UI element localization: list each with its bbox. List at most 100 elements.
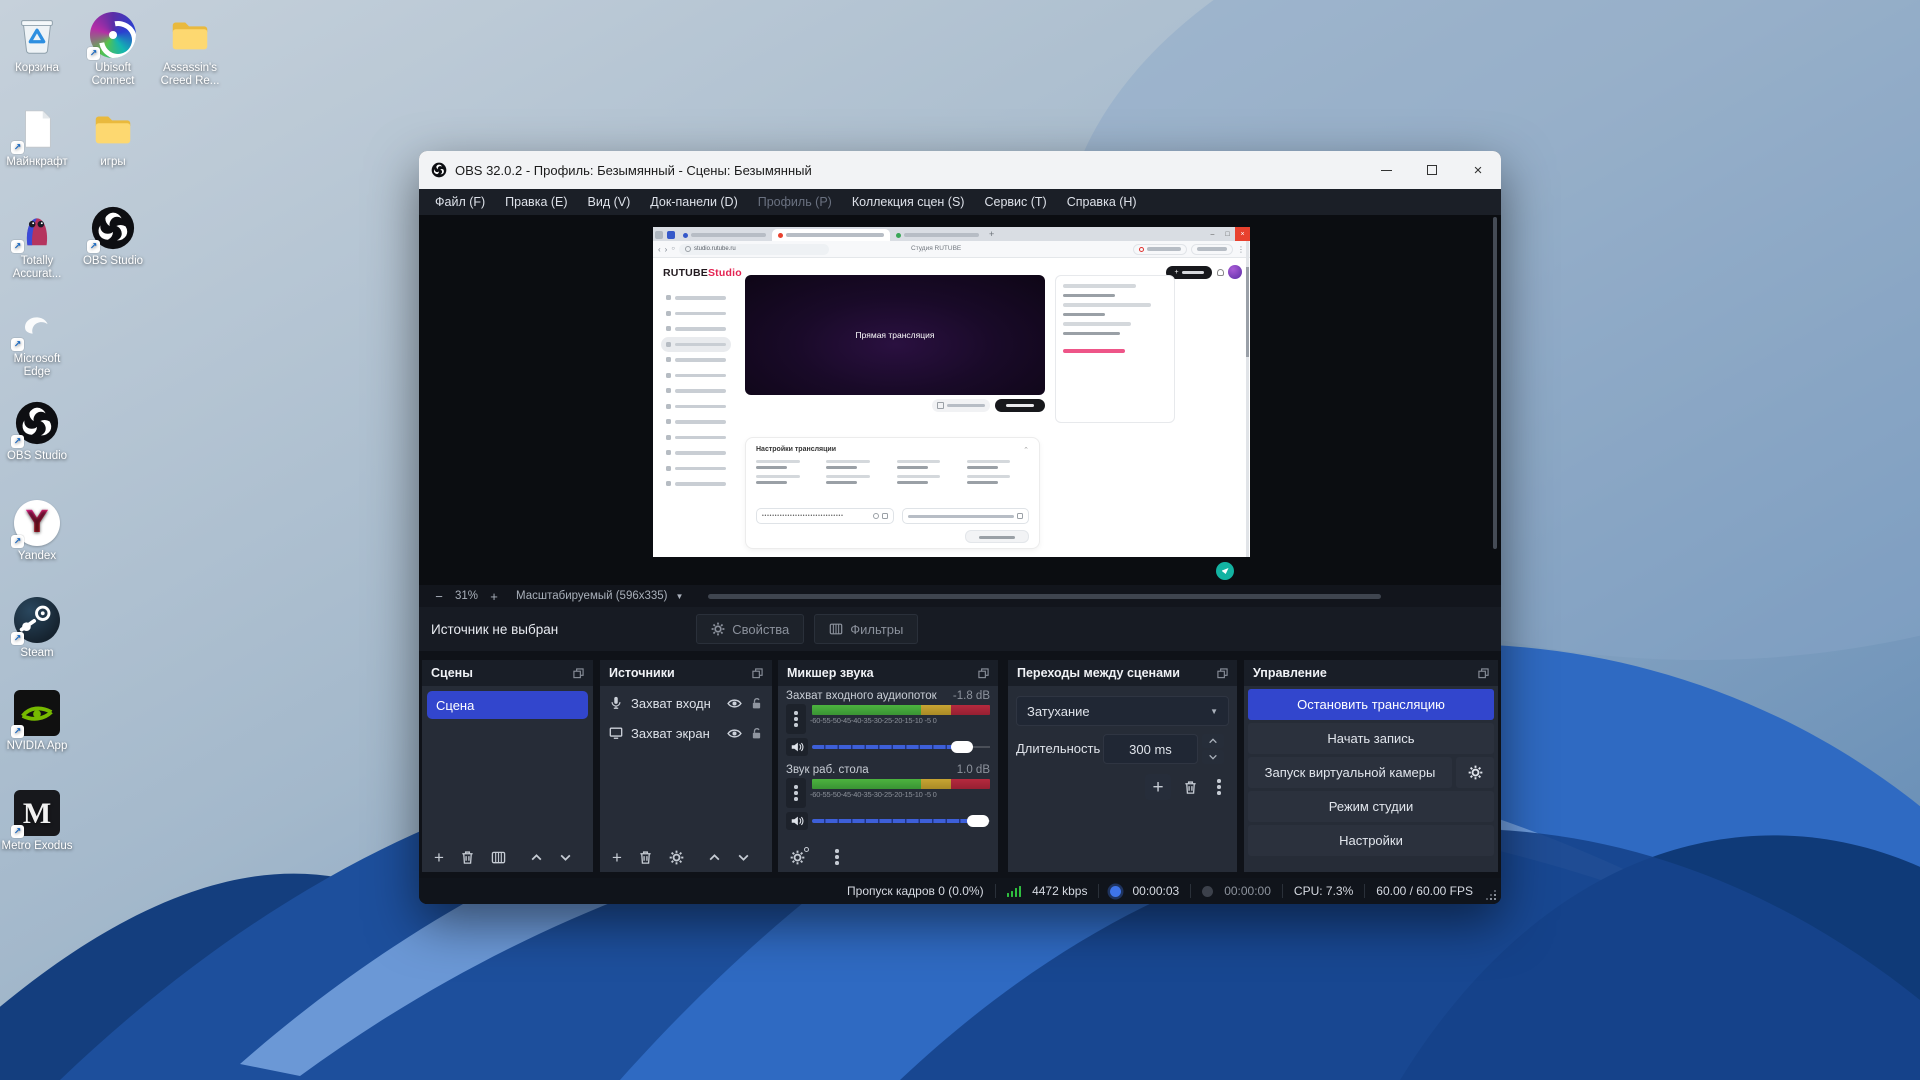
- transition-menu-button[interactable]: [1206, 774, 1232, 800]
- desktop-icon-minecraft[interactable]: ↗ Майнкрафт: [0, 106, 74, 169]
- desktop-icon-obs-studio-2[interactable]: ↗ OBS Studio: [0, 400, 74, 463]
- add-scene-button[interactable]: +: [434, 849, 444, 866]
- scene-down-button[interactable]: [559, 851, 572, 864]
- desktop-icon-metro-exodus[interactable]: M ↗ Metro Exodus: [0, 790, 74, 853]
- menu-file[interactable]: Файл (F): [425, 191, 495, 213]
- lock-icon[interactable]: [750, 697, 763, 710]
- maximize-button[interactable]: [1409, 151, 1455, 189]
- menu-help[interactable]: Справка (H): [1057, 191, 1147, 213]
- title-bar[interactable]: OBS 32.0.2 - Профиль: Безымянный - Сцены…: [419, 151, 1501, 189]
- properties-button[interactable]: Свойства: [696, 614, 804, 644]
- source-properties-button[interactable]: [669, 850, 684, 865]
- desktop-icon-microsoft-edge[interactable]: ↗ Microsoft Edge: [0, 303, 74, 379]
- studio-mode-button[interactable]: Режим студии: [1248, 791, 1494, 822]
- zoom-out-button[interactable]: −: [431, 589, 447, 604]
- virtual-camera-settings-button[interactable]: [1456, 757, 1494, 788]
- preview-vertical-scrollbar[interactable]: [1493, 217, 1497, 549]
- recycle-bin-icon: [14, 12, 60, 58]
- streaming-indicator-icon: [1110, 886, 1121, 897]
- save-frame-pill: [1133, 244, 1187, 255]
- scale-mode-caret-icon[interactable]: ▼: [676, 592, 684, 601]
- remove-source-button[interactable]: [638, 850, 653, 865]
- source-row-audio-capture[interactable]: Захват входн: [600, 688, 772, 718]
- filters-button[interactable]: Фильтры: [814, 614, 918, 644]
- desktop-icon-label: Yandex: [0, 550, 74, 563]
- desktop-icon-steam[interactable]: ↗ Steam: [0, 597, 74, 660]
- menu-docks[interactable]: Док-панели (D): [640, 191, 747, 213]
- browser-tab-active: [772, 229, 890, 241]
- minimize-button[interactable]: [1363, 151, 1409, 189]
- popout-icon[interactable]: [1478, 668, 1489, 679]
- scene-list-item-selected[interactable]: Сцена: [427, 691, 588, 719]
- popout-icon[interactable]: [978, 668, 989, 679]
- chevron-down-icon: ▼: [1210, 707, 1218, 716]
- stop-streaming-button[interactable]: Остановить трансляцию: [1248, 689, 1494, 720]
- popout-icon[interactable]: [573, 668, 584, 679]
- lock-icon[interactable]: [750, 727, 763, 740]
- spin-down-button[interactable]: [1202, 750, 1224, 764]
- mixer-title: Микшер звука: [787, 666, 874, 680]
- volume-slider[interactable]: [812, 740, 990, 754]
- stream-settings-card: Настройки трансляции ⌃ •••••••••••••••••…: [745, 437, 1040, 549]
- channel-menu-button[interactable]: [786, 778, 806, 808]
- remove-scene-button[interactable]: [460, 850, 475, 865]
- desktop-icon-totally-accurate[interactable]: ↗ Totally Accurat...: [0, 205, 74, 281]
- preview-horizontal-scrollbar[interactable]: [708, 594, 1381, 599]
- mute-speaker-button[interactable]: [786, 738, 808, 756]
- browser-close-icon: ×: [1235, 227, 1250, 241]
- menu-tools[interactable]: Сервис (T): [974, 191, 1056, 213]
- source-down-button[interactable]: [737, 851, 750, 864]
- desktop-icon-ubisoft-connect[interactable]: ↗ Ubisoft Connect: [76, 12, 150, 88]
- slider-handle[interactable]: [967, 815, 989, 827]
- desktop-icon-recycle-bin[interactable]: Корзина: [0, 12, 74, 75]
- translate-pill: [1191, 244, 1233, 255]
- desktop-icon-nvidia-app[interactable]: ↗ NVIDIA App: [0, 690, 74, 753]
- zoom-in-button[interactable]: +: [486, 589, 502, 604]
- preview-canvas[interactable]: + – □ × ‹ › ○ studio.rutube.ru ⋮: [419, 215, 1501, 585]
- scale-mode-label[interactable]: Масштабируемый (596x335): [516, 590, 667, 602]
- shortcut-arrow-icon: ↗: [87, 240, 100, 253]
- desktop-icon-games-folder[interactable]: игры: [76, 106, 150, 169]
- desktop-icon-assassins-folder[interactable]: Assassin's Creed Re...: [153, 12, 227, 88]
- source-up-button[interactable]: [708, 851, 721, 864]
- share-button: [932, 399, 990, 412]
- menu-scene-collection[interactable]: Коллекция сцен (S): [842, 191, 975, 213]
- record-time: 00:00:00: [1224, 884, 1271, 898]
- desktop-icon-label: Ubisoft Connect: [76, 62, 150, 88]
- browser-menu-icon: ⋮: [1237, 245, 1245, 254]
- shortcut-arrow-icon: ↗: [11, 535, 24, 548]
- close-button[interactable]: ×: [1455, 151, 1501, 189]
- remove-transition-button[interactable]: [1177, 774, 1203, 800]
- spin-up-button[interactable]: [1202, 734, 1224, 748]
- mixer-menu-icon[interactable]: [835, 849, 839, 865]
- menu-view[interactable]: Вид (V): [578, 191, 641, 213]
- menu-profile[interactable]: Профиль (P): [748, 191, 842, 213]
- resize-grip[interactable]: [1484, 888, 1496, 900]
- popout-icon[interactable]: [752, 668, 763, 679]
- source-row-display-capture[interactable]: Захват экран: [600, 718, 772, 748]
- duration-input[interactable]: 300 ms: [1103, 734, 1198, 764]
- visibility-eye-icon[interactable]: [727, 727, 742, 740]
- mute-speaker-button[interactable]: [786, 812, 808, 830]
- channel-menu-button[interactable]: [786, 704, 806, 734]
- settings-button[interactable]: Настройки: [1248, 825, 1494, 856]
- advanced-audio-gear-icon[interactable]: [790, 850, 805, 865]
- mixer-channel-desktop: Звук раб. стола 1.0 dB -60-55-50-45-40-3…: [786, 764, 990, 832]
- add-source-button[interactable]: +: [612, 849, 622, 866]
- desktop-icon-obs-studio[interactable]: ↗ OBS Studio: [76, 205, 150, 268]
- transitions-title: Переходы между сценами: [1017, 666, 1180, 680]
- add-transition-button[interactable]: +: [1145, 774, 1171, 800]
- channel-name: Звук раб. стола: [786, 764, 869, 776]
- virtual-camera-button[interactable]: Запуск виртуальной камеры: [1248, 757, 1452, 788]
- popout-icon[interactable]: [1217, 668, 1228, 679]
- menu-edit[interactable]: Правка (E): [495, 191, 577, 213]
- transition-select[interactable]: Затухание ▼: [1016, 696, 1229, 726]
- scene-up-button[interactable]: [530, 851, 543, 864]
- visibility-eye-icon[interactable]: [727, 697, 742, 710]
- duration-spinner: [1202, 734, 1224, 764]
- start-recording-button[interactable]: Начать запись: [1248, 723, 1494, 754]
- scene-filters-button[interactable]: [491, 850, 506, 865]
- slider-handle[interactable]: [951, 741, 973, 753]
- volume-slider[interactable]: [812, 814, 990, 828]
- desktop-icon-yandex[interactable]: Y ↗ Yandex: [0, 500, 74, 563]
